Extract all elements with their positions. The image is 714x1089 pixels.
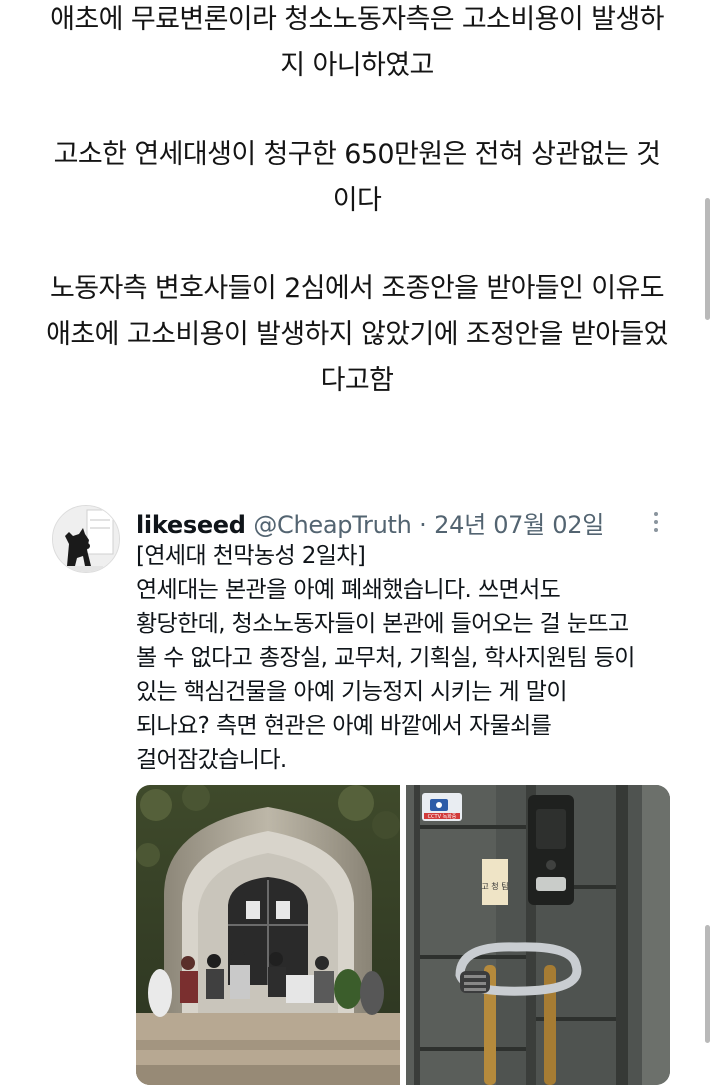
text-line: 애초에 고소비용이 발생하지 않았기에 조정안을 받아들었 [46,319,668,350]
tweet-header: likeseed @CheapTruth · 24년 07월 02일 [136,505,604,540]
article-paragraph-2: 고소한 연세대생이 청구한 650만원은 전혀 상관없는 것 이다 [0,132,714,224]
tweet-date[interactable]: 24년 07월 02일 [434,511,604,539]
tweet-text-line: 황당한데, 청소노동자들이 본관에 들어오는 걸 눈뜨고 [136,611,629,637]
scrollbar-thumb[interactable] [705,198,710,320]
door-plate-text: 고 청 팀 [481,881,508,891]
text-line: 애초에 무료변론이라 청소노동자측은 고소비용이 발생하 [50,4,664,35]
locked-door-photo[interactable]: CCTV 녹화중 고 청 팀 [406,785,670,1085]
more-options-button[interactable] [644,507,668,537]
text-line: 다고함 [320,365,394,396]
text-line: 고소한 연세대생이 청구한 650만원은 전혀 상관없는 것 [53,139,661,170]
building-entrance-image [136,785,400,1085]
cat-silhouette-icon [53,506,119,572]
display-name[interactable]: likeseed [136,511,246,539]
tweet-text-line: 볼 수 없다고 총장실, 교무처, 기획실, 학사지원팀 등이 [136,645,635,671]
embedded-tweet: likeseed @CheapTruth · 24년 07월 02일 [연세대 … [0,495,714,1089]
tweet-text-line: 있는 핵심건물을 아예 기능정지 시키는 게 말이 [136,679,568,705]
cctv-sign-label: CCTV 녹화중 [428,814,457,820]
campus-building-entrance-photo[interactable] [136,785,400,1085]
text-line: 노동자측 변호사들이 2심에서 조종안을 받아들인 이유도 [49,273,665,304]
tweet-text-line: 연세대는 본관을 아예 폐쇄했습니다. 쓰면서도 [136,577,561,603]
separator-dot: · [419,511,427,539]
text-line: 지 아니하였고 [280,50,434,81]
user-handle[interactable]: @CheapTruth [253,511,412,539]
tweet-text: [연세대 천막농성 2일차] 연세대는 본관을 아예 폐쇄했습니다. 쓰면서도 … [136,539,696,777]
text-line: 이다 [332,185,382,216]
tweet-text-line: 걸어잠갔습니다. [136,747,287,773]
article-paragraph-1: 애초에 무료변론이라 청소노동자측은 고소비용이 발생하 지 아니하였고 [0,0,714,89]
article-paragraph-3: 노동자측 변호사들이 2심에서 조종안을 받아들인 이유도 애초에 고소비용이 … [0,266,714,404]
avatar[interactable] [52,505,120,573]
tweet-photo-grid: CCTV 녹화중 고 청 팀 [136,785,670,1085]
tweet-text-line: 되나요? 측면 현관은 아예 바깥에서 자물쇠를 [136,713,552,739]
tweet-text-line: [연세대 천막농성 2일차] [136,543,366,569]
locked-door-image: CCTV 녹화중 고 청 팀 [406,785,670,1085]
